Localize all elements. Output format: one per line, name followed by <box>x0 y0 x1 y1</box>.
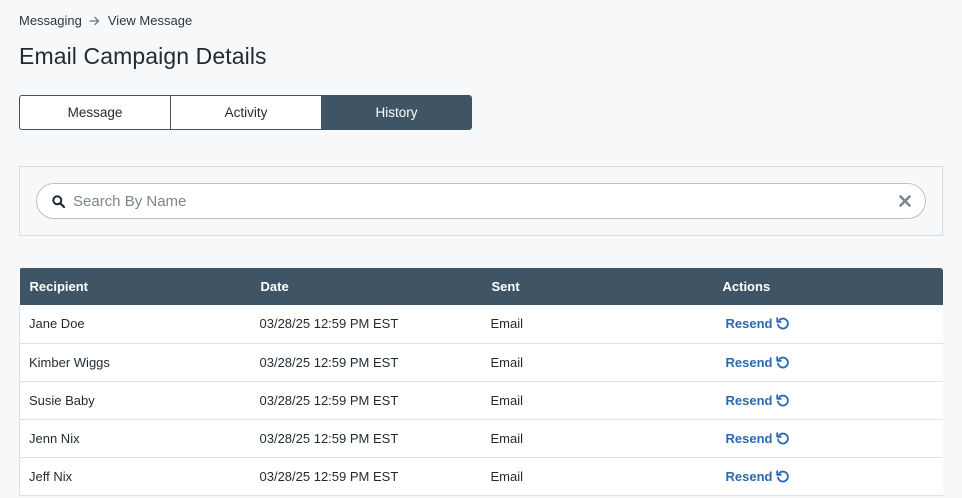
actions-cell: Resend <box>712 305 943 344</box>
table-row: Jane Doe 03/28/25 12:59 PM EST Email Res… <box>19 305 943 344</box>
sent-cell: Email <box>481 381 713 420</box>
tab-activity[interactable]: Activity <box>171 96 322 129</box>
tab-message[interactable]: Message <box>20 96 171 129</box>
date-cell: 03/28/25 12:59 PM EST <box>250 305 482 344</box>
undo-icon <box>775 393 790 408</box>
sent-cell: Email <box>481 457 713 496</box>
breadcrumb: Messaging View Message <box>19 13 192 28</box>
actions-cell: Resend <box>712 343 943 382</box>
table-row: Kimber Wiggs 03/28/25 12:59 PM EST Email… <box>19 343 943 382</box>
history-table: Recipient Date Sent Actions Jane Doe 03/… <box>19 268 943 496</box>
search-input[interactable] <box>73 186 898 216</box>
resend-button[interactable]: Resend <box>726 393 791 408</box>
table-row: Jenn Nix 03/28/25 12:59 PM EST Email Res… <box>19 419 943 458</box>
search-icon <box>51 194 65 208</box>
sent-cell: Email <box>481 305 713 344</box>
recipient-cell: Susie Baby <box>19 381 251 420</box>
undo-icon <box>775 431 790 446</box>
resend-label: Resend <box>725 392 773 408</box>
column-header-actions: Actions <box>712 268 943 305</box>
search-box <box>36 183 926 219</box>
actions-cell: Resend <box>712 419 943 458</box>
date-cell: 03/28/25 12:59 PM EST <box>250 381 482 420</box>
tab-history[interactable]: History <box>322 96 471 129</box>
sent-cell: Email <box>481 343 713 382</box>
resend-label: Resend <box>725 316 773 332</box>
table-header-row: Recipient Date Sent Actions <box>19 268 943 305</box>
resend-button[interactable]: Resend <box>726 469 791 484</box>
resend-button[interactable]: Resend <box>726 431 791 446</box>
date-cell: 03/28/25 12:59 PM EST <box>250 343 482 382</box>
recipient-cell: Kimber Wiggs <box>19 343 251 382</box>
undo-icon <box>775 469 790 484</box>
breadcrumb-current: View Message <box>107 13 193 28</box>
undo-icon <box>775 316 790 331</box>
tab-bar: Message Activity History <box>19 95 472 130</box>
search-panel <box>19 166 943 236</box>
recipient-cell: Jane Doe <box>19 305 251 344</box>
sent-cell: Email <box>481 419 713 458</box>
resend-label: Resend <box>725 468 773 484</box>
resend-label: Resend <box>725 430 773 446</box>
table-row: Susie Baby 03/28/25 12:59 PM EST Email R… <box>19 381 943 420</box>
date-cell: 03/28/25 12:59 PM EST <box>250 457 482 496</box>
resend-button[interactable]: Resend <box>726 355 791 370</box>
resend-button[interactable]: Resend <box>726 316 791 331</box>
table-row: Jeff Nix 03/28/25 12:59 PM EST Email Res… <box>19 457 943 496</box>
resend-label: Resend <box>725 354 773 370</box>
recipient-cell: Jeff Nix <box>19 457 251 496</box>
actions-cell: Resend <box>712 457 943 496</box>
date-cell: 03/28/25 12:59 PM EST <box>250 419 482 458</box>
recipient-cell: Jenn Nix <box>19 419 251 458</box>
breadcrumb-messaging-link[interactable]: Messaging <box>19 13 82 28</box>
column-header-sent: Sent <box>481 268 713 305</box>
close-icon[interactable] <box>898 194 912 208</box>
arrow-right-icon <box>82 14 108 28</box>
actions-cell: Resend <box>712 381 943 420</box>
undo-icon <box>775 355 790 370</box>
column-header-recipient: Recipient <box>19 268 251 305</box>
column-header-date: Date <box>250 268 482 305</box>
page: Messaging View Message Email Campaign De… <box>0 0 962 498</box>
page-title: Email Campaign Details <box>19 43 267 69</box>
